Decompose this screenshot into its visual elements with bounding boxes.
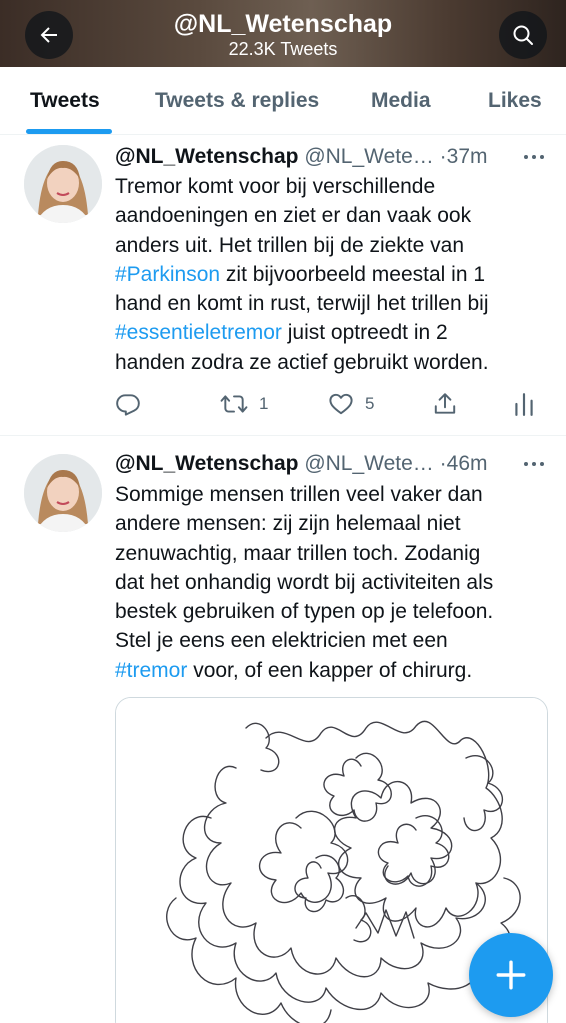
plus-icon <box>496 960 526 990</box>
tweet-text-segment: dat het onhandig wordt bij activiteiten … <box>115 570 494 594</box>
tweet-text-segment: Stel je eens een elektricien met een <box>115 629 448 653</box>
author-handle[interactable]: @NL_Wete… <box>304 145 433 168</box>
tweet-text-segment: voor, of een kapper of chirurg. <box>187 658 473 682</box>
tweet-text-line: Sommige mensen trillen veel vaker dan <box>115 480 551 509</box>
tweet-text-line: andere mensen: zij zijn helemaal niet <box>115 509 551 538</box>
tweet-text-line: hand en komt in rust, terwijl het trille… <box>115 289 551 318</box>
active-tab-indicator <box>26 129 112 134</box>
retweet-icon <box>220 395 248 413</box>
tweet-count: 22.3K Tweets <box>228 39 338 59</box>
tweet-text-line: bestek gebruiken of typen op je telefoon… <box>115 597 551 626</box>
tweet-text-line: aandoeningen en ziet er dan vaak ook <box>115 201 551 230</box>
avatar[interactable] <box>24 145 102 223</box>
author-name[interactable]: @NL_Wetenschap <box>115 145 298 168</box>
tab-likes[interactable]: Likes <box>488 88 542 114</box>
tweet-text-segment: bestek gebruiken of typen op je telefoon… <box>115 600 494 624</box>
tab-tweets-replies[interactable]: Tweets & replies <box>155 88 319 114</box>
analytics-icon <box>515 393 533 416</box>
tweet-header: @NL_Wetenschap @NL_Wete… ·37m <box>115 143 488 171</box>
profile-tabs: Tweets Tweets & replies Media Likes <box>0 67 566 135</box>
avatar[interactable] <box>24 454 102 532</box>
tweet-text-segment: zenuwachtig, maar trillen toch. Zodanig <box>115 541 481 565</box>
tweet-text-segment: handen zodra ze actief gebruikt worden. <box>115 350 489 374</box>
reply-button[interactable] <box>115 389 141 419</box>
tweet-text-segment: anders uit. Het trillen bij de ziekte va… <box>115 233 465 257</box>
tweet-text-segment: juist optreedt in 2 <box>281 321 448 345</box>
tweet-text: Tremor komt voor bij verschillende aandoe… <box>115 172 551 377</box>
tweet-text: Sommige mensen trillen veel vaker dan and… <box>115 480 551 685</box>
profile-header: @NL_Wetenschap 22.3K Tweets <box>0 0 566 67</box>
tweet-text-line: #tremor voor, of een kapper of chirurg. <box>115 656 551 685</box>
analytics-button[interactable] <box>513 389 535 419</box>
share-icon <box>434 393 456 414</box>
tab-media[interactable]: Media <box>371 88 431 114</box>
search-icon <box>513 25 533 45</box>
tweet-text-segment: Tremor komt voor bij verschillende <box>115 175 436 198</box>
hashtag-link[interactable]: #tremor <box>115 659 187 682</box>
tweet-text-line: dat het onhandig wordt bij activiteiten … <box>115 568 551 597</box>
tweet-text-segment: aandoeningen en ziet er dan vaak ook <box>115 204 472 228</box>
search-button[interactable] <box>499 11 547 59</box>
share-button[interactable] <box>432 389 458 419</box>
tweet-text-line: Tremor komt voor bij verschillende <box>115 172 551 201</box>
tweet-text-segment: andere mensen: zij zijn helemaal niet <box>115 512 461 536</box>
tweet-header: @NL_Wetenschap @NL_Wete… ·46m <box>115 450 488 478</box>
tweet[interactable]: @NL_Wetenschap @NL_Wete… ·37m Tremor kom… <box>0 135 566 436</box>
tweet-time[interactable]: ·37m <box>440 145 488 168</box>
tweet-text-line: handen zodra ze actief gebruikt worden. <box>115 348 551 377</box>
retweet-button[interactable]: 1 <box>219 389 268 419</box>
more-dots-icon <box>524 462 544 466</box>
author-handle[interactable]: @NL_Wete… <box>304 452 433 475</box>
reply-icon <box>116 394 140 416</box>
like-count: 5 <box>365 394 375 413</box>
retweet-count: 1 <box>259 394 269 413</box>
tweet-text-segment: hand en komt in rust, terwijl het trille… <box>115 292 489 316</box>
avatar-image <box>24 145 102 223</box>
tab-tweets[interactable]: Tweets <box>30 88 100 114</box>
author-name[interactable]: @NL_Wetenschap <box>115 452 298 475</box>
tweet-text-segment: Sommige mensen trillen veel vaker dan <box>115 483 483 506</box>
more-button[interactable] <box>522 143 546 171</box>
like-button[interactable]: 5 <box>327 389 374 419</box>
hashtag-link[interactable]: #Parkinson <box>115 263 220 286</box>
tweet-text-line: Stel je eens een elektricien met een <box>115 626 551 655</box>
profile-title: @NL_Wetenschap <box>173 10 393 38</box>
tweet-text-segment: zit bijvoorbeeld meestal in 1 <box>220 262 486 286</box>
avatar-image <box>24 454 102 532</box>
more-dots-icon <box>524 155 544 159</box>
tweet-text-line: anders uit. Het trillen bij de ziekte va… <box>115 231 551 260</box>
tweet-time[interactable]: ·46m <box>440 452 488 475</box>
tweet-text-line: zenuwachtig, maar trillen toch. Zodanig <box>115 539 551 568</box>
heart-icon <box>329 393 353 415</box>
tweet-text-line: #essentieletremor juist optreedt in 2 <box>115 318 551 347</box>
compose-tweet-button[interactable] <box>469 933 553 1017</box>
more-button[interactable] <box>522 450 546 478</box>
hashtag-link[interactable]: #essentieletremor <box>115 321 282 344</box>
tweet-actions: 1 5 <box>115 389 545 419</box>
tweet-text-line: #Parkinson zit bijvoorbeeld meestal in 1 <box>115 260 551 289</box>
